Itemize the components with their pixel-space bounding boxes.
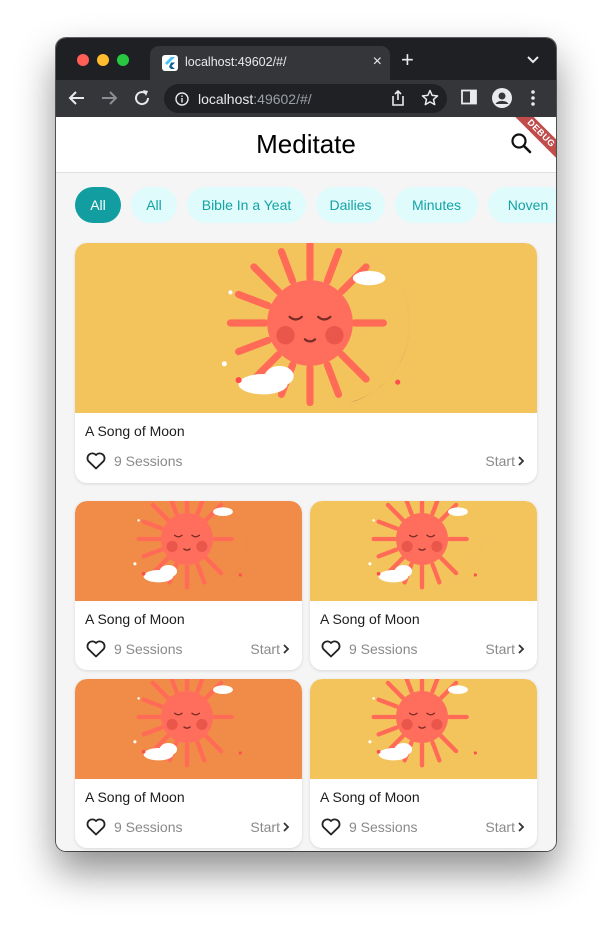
site-info-icon[interactable] xyxy=(175,92,189,111)
card-title: A Song of Moon xyxy=(320,611,420,627)
chevron-right-icon xyxy=(518,644,525,654)
app-viewport: Meditate DEBUG All All Bible In a Yeat D… xyxy=(56,117,556,851)
start-button[interactable]: Start xyxy=(485,641,525,657)
heart-icon[interactable] xyxy=(320,637,342,659)
sessions-count: 9 Sessions xyxy=(349,641,418,657)
reload-icon[interactable] xyxy=(133,89,151,112)
close-window-button[interactable] xyxy=(77,54,89,66)
minimize-window-button[interactable] xyxy=(97,54,109,66)
forward-arrow-icon[interactable] xyxy=(100,89,118,112)
meditation-card[interactable]: A Song of Moon 9 Sessions Start xyxy=(310,501,537,670)
sessions-count: 9 Sessions xyxy=(114,641,183,657)
browser-toolbar: localhost:49602/#/ xyxy=(56,80,556,117)
meditation-image xyxy=(75,679,302,779)
heart-icon[interactable] xyxy=(85,637,107,659)
chevron-right-icon xyxy=(283,822,290,832)
meditation-image xyxy=(75,501,302,601)
tab-close-icon[interactable]: × xyxy=(373,53,382,71)
heart-icon[interactable] xyxy=(85,449,107,471)
page-title: Meditate xyxy=(256,129,356,159)
search-icon[interactable] xyxy=(510,132,532,159)
meditation-card[interactable]: A Song of Moon 9 Sessions Start xyxy=(75,501,302,670)
chevron-right-icon xyxy=(283,644,290,654)
card-title: A Song of Moon xyxy=(85,789,185,805)
chevron-right-icon xyxy=(518,822,525,832)
card-title: A Song of Moon xyxy=(85,611,185,627)
share-icon[interactable] xyxy=(390,89,406,112)
start-button[interactable]: Start xyxy=(250,819,290,835)
new-tab-button[interactable]: + xyxy=(401,49,414,71)
tab-title: localhost:49602/#/ xyxy=(185,55,287,69)
category-chip[interactable]: Minutes xyxy=(395,187,478,223)
card-title: A Song of Moon xyxy=(320,789,420,805)
featured-meditation-card[interactable]: A Song of Moon 9 Sessions Start xyxy=(75,243,537,483)
sessions-count: 9 Sessions xyxy=(349,819,418,835)
url-text: localhost:49602/#/ xyxy=(198,91,312,107)
browser-tab[interactable]: localhost:49602/#/ × xyxy=(150,46,390,80)
tab-bar: localhost:49602/#/ × + xyxy=(56,38,556,80)
card-title: A Song of Moon xyxy=(85,423,185,439)
sessions-count: 9 Sessions xyxy=(114,453,183,469)
meditation-card[interactable]: A Song of Moon 9 Sessions Start xyxy=(75,679,302,848)
meditation-card[interactable]: A Song of Moon 9 Sessions Start xyxy=(310,679,537,848)
maximize-window-button[interactable] xyxy=(117,54,129,66)
sessions-count: 9 Sessions xyxy=(114,819,183,835)
flutter-favicon-icon xyxy=(162,55,178,71)
bookmark-star-icon[interactable] xyxy=(421,89,439,112)
chevron-right-icon xyxy=(518,456,525,466)
category-chips: All All Bible In a Yeat Dailies Minutes … xyxy=(56,187,556,225)
heart-icon[interactable] xyxy=(320,815,342,837)
category-chip[interactable]: All xyxy=(75,187,121,223)
app-bar: Meditate DEBUG xyxy=(56,117,556,177)
category-chip[interactable]: All xyxy=(131,187,177,223)
category-chip[interactable]: Dailies xyxy=(316,187,385,223)
tab-search-chevron-icon[interactable] xyxy=(526,52,540,70)
start-button[interactable]: Start xyxy=(250,641,290,657)
start-button[interactable]: Start xyxy=(485,453,525,469)
meditation-image xyxy=(310,501,537,601)
more-menu-icon[interactable] xyxy=(530,89,536,112)
side-panel-icon[interactable] xyxy=(461,89,477,110)
profile-avatar-icon[interactable] xyxy=(492,88,512,113)
browser-window: localhost:49602/#/ × + localhost:49602/#… xyxy=(56,38,556,851)
meditation-image xyxy=(310,679,537,779)
meditation-image xyxy=(75,243,537,413)
back-arrow-icon[interactable] xyxy=(68,89,86,112)
start-button[interactable]: Start xyxy=(485,819,525,835)
category-chip[interactable]: Noven xyxy=(488,187,556,223)
heart-icon[interactable] xyxy=(85,815,107,837)
category-chip[interactable]: Bible In a Yeat xyxy=(187,187,306,223)
